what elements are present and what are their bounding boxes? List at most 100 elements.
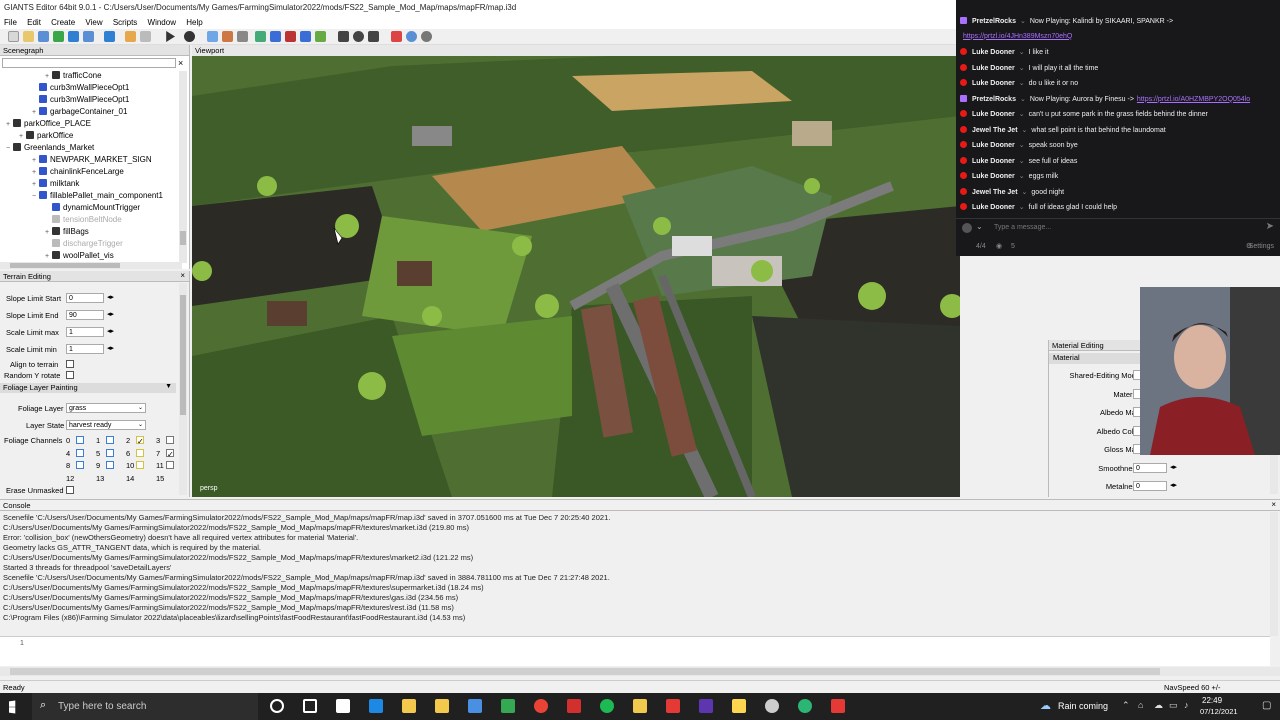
viewport[interactable]: Viewport persp [192,45,960,497]
tree-item[interactable]: + parkOffice [19,130,73,142]
grid-icon[interactable] [391,31,402,42]
cortana-icon[interactable] [270,699,284,713]
word-icon[interactable] [468,699,482,713]
chat-username[interactable]: PretzelRocks [972,18,1016,25]
chat-settings-label[interactable]: Settings [1249,243,1274,250]
tree-item[interactable]: + NEWPARK_MARKET_SIGN [32,154,152,166]
new-file-icon[interactable] [8,31,19,42]
layer-state-select[interactable]: harvest ready ⌄ [66,420,146,430]
foliage-icon[interactable] [285,31,296,42]
app-icon[interactable] [798,699,812,713]
tree-item[interactable]: + woolPallet_vis [45,250,114,262]
settings-gear-icon[interactable] [406,31,417,42]
tree-item[interactable]: − fillablePallet_main_component1 [32,190,163,202]
menu-view[interactable]: View [81,16,106,27]
channel-checkbox[interactable] [76,461,84,469]
scenegraph-scrollbar[interactable] [179,71,187,263]
volume-icon[interactable]: ♪ [1184,700,1189,710]
app-icon[interactable] [567,699,581,713]
expand-icon[interactable]: + [6,119,13,131]
tree-item[interactable]: tensionBeltNode [45,214,122,226]
scenegraph-filter-input[interactable] [2,58,176,68]
chat-username[interactable]: Luke Dooner [972,142,1015,149]
tree-item[interactable]: + milktank [32,178,79,190]
console-hscrollbar[interactable] [0,667,1280,676]
network-icon[interactable]: ⌂ [1138,700,1143,710]
spotify-icon[interactable] [600,699,614,713]
snap-icon[interactable] [207,31,218,42]
scale-icon[interactable] [368,31,379,42]
tree-item[interactable]: dynamicMountTrigger [45,202,140,214]
send-icon[interactable]: ➤ [1266,221,1274,232]
chat-username[interactable]: Luke Dooner [972,158,1015,165]
menu-scripts[interactable]: Scripts [109,16,141,27]
mail-icon[interactable] [369,699,383,713]
fill-icon[interactable] [315,31,326,42]
channel-checkbox[interactable] [166,436,174,444]
chat-link[interactable]: https://prtzl.io/4JHn389Mszn70ehQ [963,33,1072,40]
channel-checkbox[interactable] [106,448,114,457]
chat-username[interactable]: Luke Dooner [972,204,1015,211]
battery-icon[interactable]: ▭ [1169,700,1178,711]
chat-username[interactable]: Luke Dooner [972,49,1015,56]
notification-icon[interactable]: ▢ [1262,700,1271,711]
collapse-icon[interactable]: − [6,143,13,155]
chat-input[interactable]: Type a message... [994,224,1051,231]
channel-checkbox[interactable] [106,436,114,444]
stepper-icon[interactable]: ◂▸ [107,344,114,352]
save-icon[interactable] [38,31,49,42]
stepper-icon[interactable]: ◂▸ [107,293,114,301]
close-icon[interactable]: × [180,271,185,280]
material-row-input[interactable]: 0 [1133,481,1167,491]
stepper-icon[interactable]: ◂▸ [1170,481,1177,489]
tree-item[interactable]: − Greenlands_Market [6,142,94,154]
chat-username[interactable]: Luke Dooner [972,111,1015,118]
close-icon[interactable]: × [1271,500,1276,509]
tree-item[interactable]: + parkOffice_PLACE [6,118,91,130]
chat-username[interactable]: PretzelRocks [972,96,1016,103]
chevron-up-icon[interactable]: ⌃ [1122,700,1130,711]
menu-edit[interactable]: Edit [23,16,45,27]
chrome-profile-icon[interactable] [699,699,713,713]
tree-item[interactable]: + trafficCone [45,70,102,82]
giants-editor-icon[interactable] [732,699,746,713]
folder-icon[interactable] [633,699,647,713]
decal-icon[interactable] [300,31,311,42]
windows-start-icon[interactable] [9,700,16,714]
material-row-input[interactable]: 0 [1133,462,1167,473]
open-file-icon[interactable] [23,31,34,42]
foliage-section-header[interactable]: Foliage Layer Painting ▼ [0,383,176,393]
clock-date[interactable]: 07/12/2021 [1200,707,1238,716]
erase-unmasked-checkbox[interactable] [66,486,74,494]
chrome-icon[interactable] [534,699,548,713]
tree-item[interactable]: + garbageContainer_01 [32,106,127,118]
scale-min-input[interactable]: 1 [66,344,104,354]
random-rotate-checkbox[interactable] [66,371,74,379]
chat-username[interactable]: Luke Dooner [972,173,1015,180]
console-input[interactable]: 1 [0,636,1270,666]
collapse-icon[interactable]: − [32,191,39,203]
tree-item[interactable]: + chainlinkFenceLarge [32,166,124,178]
app-icon[interactable] [765,699,779,713]
scenegraph-hscrollbar[interactable] [0,262,182,269]
menu-file[interactable]: File [0,16,21,27]
channel-checkbox[interactable] [76,436,84,444]
file-explorer-icon[interactable] [435,699,449,713]
chat-username[interactable]: Luke Dooner [972,80,1015,87]
app-icon[interactable] [831,699,845,713]
move-icon[interactable] [338,31,349,42]
menu-window[interactable]: Window [144,16,180,27]
console-scrollbar[interactable] [1270,512,1278,636]
export-icon[interactable] [68,31,79,42]
weather-text[interactable]: Rain coming [1058,701,1108,711]
camera-icon[interactable] [421,31,432,42]
chevron-down-icon[interactable]: ⌄ [976,222,983,231]
eye-icon[interactable] [184,31,195,42]
tree-item[interactable]: curb3mWallPieceOpt1 [32,94,129,106]
import-icon[interactable] [83,31,94,42]
menu-create[interactable]: Create [47,16,79,27]
chat-username[interactable]: Luke Dooner [972,65,1015,72]
settings-icon[interactable] [336,699,350,713]
notepad-icon[interactable] [501,699,515,713]
clock-time[interactable]: 22:49 [1202,696,1222,705]
